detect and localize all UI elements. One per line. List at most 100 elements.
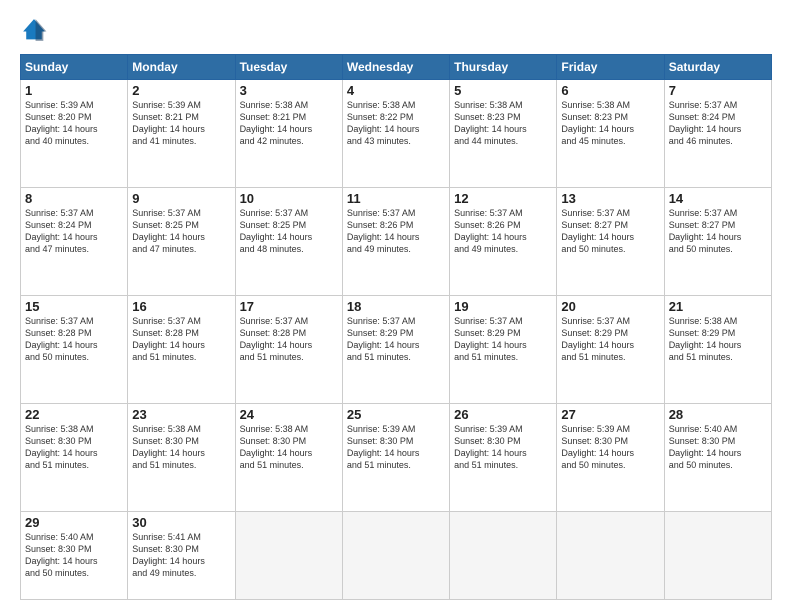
cell-info: Sunrise: 5:38 AMSunset: 8:30 PMDaylight:… (25, 423, 123, 472)
calendar-header-row: SundayMondayTuesdayWednesdayThursdayFrid… (21, 55, 772, 80)
cell-info: Sunrise: 5:38 AMSunset: 8:30 PMDaylight:… (132, 423, 230, 472)
day-number: 10 (240, 191, 338, 206)
cell-info: Sunrise: 5:39 AMSunset: 8:21 PMDaylight:… (132, 99, 230, 148)
calendar-cell: 3Sunrise: 5:38 AMSunset: 8:21 PMDaylight… (235, 80, 342, 188)
day-number: 18 (347, 299, 445, 314)
calendar-cell: 1Sunrise: 5:39 AMSunset: 8:20 PMDaylight… (21, 80, 128, 188)
calendar-week-row: 8Sunrise: 5:37 AMSunset: 8:24 PMDaylight… (21, 187, 772, 295)
day-number: 22 (25, 407, 123, 422)
calendar-cell: 28Sunrise: 5:40 AMSunset: 8:30 PMDayligh… (664, 403, 771, 511)
cell-info: Sunrise: 5:37 AMSunset: 8:28 PMDaylight:… (132, 315, 230, 364)
cell-info: Sunrise: 5:39 AMSunset: 8:30 PMDaylight:… (454, 423, 552, 472)
header (20, 16, 772, 44)
calendar-cell: 4Sunrise: 5:38 AMSunset: 8:22 PMDaylight… (342, 80, 449, 188)
calendar-cell (342, 511, 449, 599)
cell-info: Sunrise: 5:37 AMSunset: 8:24 PMDaylight:… (669, 99, 767, 148)
cell-info: Sunrise: 5:39 AMSunset: 8:20 PMDaylight:… (25, 99, 123, 148)
day-number: 27 (561, 407, 659, 422)
calendar-cell: 29Sunrise: 5:40 AMSunset: 8:30 PMDayligh… (21, 511, 128, 599)
cell-info: Sunrise: 5:37 AMSunset: 8:27 PMDaylight:… (669, 207, 767, 256)
day-number: 9 (132, 191, 230, 206)
cell-info: Sunrise: 5:38 AMSunset: 8:23 PMDaylight:… (454, 99, 552, 148)
weekday-header: Monday (128, 55, 235, 80)
day-number: 28 (669, 407, 767, 422)
day-number: 5 (454, 83, 552, 98)
cell-info: Sunrise: 5:37 AMSunset: 8:29 PMDaylight:… (454, 315, 552, 364)
weekday-header: Wednesday (342, 55, 449, 80)
calendar-cell: 27Sunrise: 5:39 AMSunset: 8:30 PMDayligh… (557, 403, 664, 511)
calendar-cell: 24Sunrise: 5:38 AMSunset: 8:30 PMDayligh… (235, 403, 342, 511)
day-number: 24 (240, 407, 338, 422)
calendar-week-row: 1Sunrise: 5:39 AMSunset: 8:20 PMDaylight… (21, 80, 772, 188)
calendar-cell: 18Sunrise: 5:37 AMSunset: 8:29 PMDayligh… (342, 295, 449, 403)
cell-info: Sunrise: 5:41 AMSunset: 8:30 PMDaylight:… (132, 531, 230, 580)
cell-info: Sunrise: 5:37 AMSunset: 8:26 PMDaylight:… (347, 207, 445, 256)
calendar-cell: 14Sunrise: 5:37 AMSunset: 8:27 PMDayligh… (664, 187, 771, 295)
day-number: 14 (669, 191, 767, 206)
calendar-cell (664, 511, 771, 599)
calendar-cell: 21Sunrise: 5:38 AMSunset: 8:29 PMDayligh… (664, 295, 771, 403)
day-number: 12 (454, 191, 552, 206)
cell-info: Sunrise: 5:37 AMSunset: 8:25 PMDaylight:… (240, 207, 338, 256)
day-number: 25 (347, 407, 445, 422)
day-number: 11 (347, 191, 445, 206)
calendar-cell: 7Sunrise: 5:37 AMSunset: 8:24 PMDaylight… (664, 80, 771, 188)
cell-info: Sunrise: 5:38 AMSunset: 8:29 PMDaylight:… (669, 315, 767, 364)
calendar-cell (557, 511, 664, 599)
cell-info: Sunrise: 5:38 AMSunset: 8:23 PMDaylight:… (561, 99, 659, 148)
calendar-table: SundayMondayTuesdayWednesdayThursdayFrid… (20, 54, 772, 600)
logo (20, 16, 52, 44)
weekday-header: Friday (557, 55, 664, 80)
calendar-cell (450, 511, 557, 599)
cell-info: Sunrise: 5:39 AMSunset: 8:30 PMDaylight:… (561, 423, 659, 472)
day-number: 8 (25, 191, 123, 206)
day-number: 17 (240, 299, 338, 314)
cell-info: Sunrise: 5:37 AMSunset: 8:25 PMDaylight:… (132, 207, 230, 256)
cell-info: Sunrise: 5:38 AMSunset: 8:21 PMDaylight:… (240, 99, 338, 148)
day-number: 19 (454, 299, 552, 314)
cell-info: Sunrise: 5:40 AMSunset: 8:30 PMDaylight:… (669, 423, 767, 472)
cell-info: Sunrise: 5:38 AMSunset: 8:22 PMDaylight:… (347, 99, 445, 148)
calendar-cell: 15Sunrise: 5:37 AMSunset: 8:28 PMDayligh… (21, 295, 128, 403)
day-number: 16 (132, 299, 230, 314)
calendar-cell: 13Sunrise: 5:37 AMSunset: 8:27 PMDayligh… (557, 187, 664, 295)
calendar-week-row: 15Sunrise: 5:37 AMSunset: 8:28 PMDayligh… (21, 295, 772, 403)
day-number: 20 (561, 299, 659, 314)
cell-info: Sunrise: 5:38 AMSunset: 8:30 PMDaylight:… (240, 423, 338, 472)
weekday-header: Tuesday (235, 55, 342, 80)
weekday-header: Thursday (450, 55, 557, 80)
calendar-cell: 5Sunrise: 5:38 AMSunset: 8:23 PMDaylight… (450, 80, 557, 188)
calendar-cell (235, 511, 342, 599)
cell-info: Sunrise: 5:40 AMSunset: 8:30 PMDaylight:… (25, 531, 123, 580)
day-number: 3 (240, 83, 338, 98)
cell-info: Sunrise: 5:37 AMSunset: 8:28 PMDaylight:… (240, 315, 338, 364)
day-number: 23 (132, 407, 230, 422)
day-number: 4 (347, 83, 445, 98)
day-number: 2 (132, 83, 230, 98)
day-number: 13 (561, 191, 659, 206)
cell-info: Sunrise: 5:39 AMSunset: 8:30 PMDaylight:… (347, 423, 445, 472)
calendar-cell: 19Sunrise: 5:37 AMSunset: 8:29 PMDayligh… (450, 295, 557, 403)
calendar-cell: 10Sunrise: 5:37 AMSunset: 8:25 PMDayligh… (235, 187, 342, 295)
page: SundayMondayTuesdayWednesdayThursdayFrid… (0, 0, 792, 612)
calendar-cell: 9Sunrise: 5:37 AMSunset: 8:25 PMDaylight… (128, 187, 235, 295)
calendar-cell: 6Sunrise: 5:38 AMSunset: 8:23 PMDaylight… (557, 80, 664, 188)
calendar-cell: 26Sunrise: 5:39 AMSunset: 8:30 PMDayligh… (450, 403, 557, 511)
day-number: 29 (25, 515, 123, 530)
cell-info: Sunrise: 5:37 AMSunset: 8:24 PMDaylight:… (25, 207, 123, 256)
calendar-cell: 8Sunrise: 5:37 AMSunset: 8:24 PMDaylight… (21, 187, 128, 295)
day-number: 7 (669, 83, 767, 98)
calendar-cell: 23Sunrise: 5:38 AMSunset: 8:30 PMDayligh… (128, 403, 235, 511)
cell-info: Sunrise: 5:37 AMSunset: 8:26 PMDaylight:… (454, 207, 552, 256)
calendar-cell: 2Sunrise: 5:39 AMSunset: 8:21 PMDaylight… (128, 80, 235, 188)
day-number: 1 (25, 83, 123, 98)
day-number: 26 (454, 407, 552, 422)
logo-icon (20, 16, 48, 44)
cell-info: Sunrise: 5:37 AMSunset: 8:27 PMDaylight:… (561, 207, 659, 256)
calendar-cell: 25Sunrise: 5:39 AMSunset: 8:30 PMDayligh… (342, 403, 449, 511)
calendar-week-row: 22Sunrise: 5:38 AMSunset: 8:30 PMDayligh… (21, 403, 772, 511)
calendar-cell: 11Sunrise: 5:37 AMSunset: 8:26 PMDayligh… (342, 187, 449, 295)
calendar-cell: 16Sunrise: 5:37 AMSunset: 8:28 PMDayligh… (128, 295, 235, 403)
calendar-cell: 17Sunrise: 5:37 AMSunset: 8:28 PMDayligh… (235, 295, 342, 403)
cell-info: Sunrise: 5:37 AMSunset: 8:28 PMDaylight:… (25, 315, 123, 364)
